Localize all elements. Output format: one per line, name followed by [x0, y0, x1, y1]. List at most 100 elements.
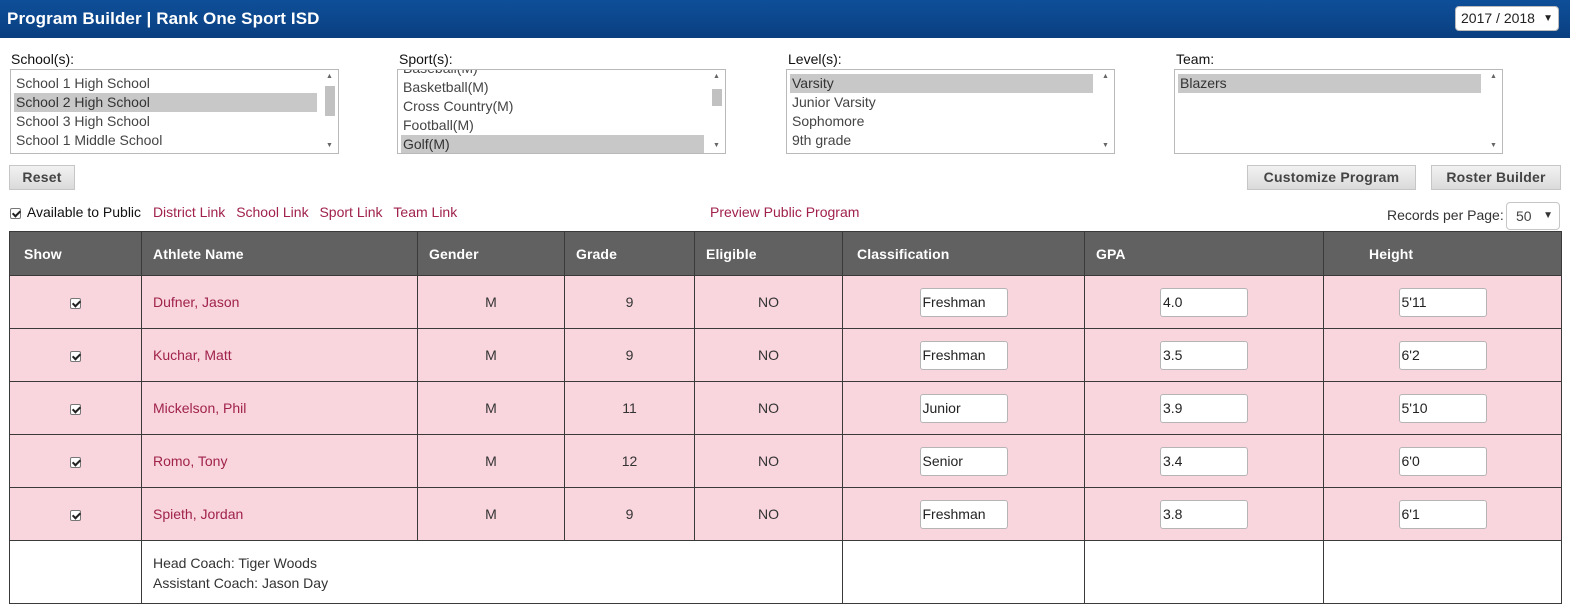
chevron-down-icon: ▼ — [1543, 210, 1553, 221]
height-input[interactable]: 5'10 — [1398, 393, 1487, 423]
athlete-name-link[interactable]: Kuchar, Matt — [153, 347, 232, 363]
gender-cell: M — [417, 381, 565, 435]
school-option[interactable]: School 3 High School — [14, 112, 317, 131]
public-options-row: Available to Public District Link School… — [10, 203, 457, 221]
team-option-selected[interactable]: Blazers — [1178, 74, 1481, 93]
school-option[interactable]: School 1 High School — [14, 74, 317, 93]
school-year-select[interactable]: 2017 / 2018 ▼ — [1455, 6, 1559, 31]
levels-scrollbar[interactable]: ▲ ▼ — [1097, 70, 1114, 153]
scroll-down-icon[interactable]: ▼ — [1097, 139, 1114, 153]
scroll-up-icon[interactable]: ▲ — [1485, 70, 1502, 84]
sports-label: Sport(s): — [399, 51, 453, 67]
col-header-eligible[interactable]: Eligible — [694, 231, 843, 276]
grade-cell: 9 — [564, 487, 695, 541]
scroll-up-icon[interactable]: ▲ — [1097, 70, 1114, 84]
records-per-page-select[interactable]: 50 ▼ — [1506, 202, 1560, 230]
col-header-grade[interactable]: Grade — [564, 231, 695, 276]
col-header-gender[interactable]: Gender — [417, 231, 565, 276]
scroll-down-icon[interactable]: ▼ — [1485, 139, 1502, 153]
show-checkbox[interactable] — [70, 456, 81, 468]
preview-public-program-link[interactable]: Preview Public Program — [710, 203, 859, 221]
reset-button[interactable]: Reset — [9, 165, 75, 190]
level-option-selected[interactable]: Varsity — [790, 74, 1093, 93]
show-checkbox[interactable] — [70, 509, 81, 521]
level-option[interactable]: Sophomore — [790, 112, 1093, 131]
athlete-name-link[interactable]: Romo, Tony — [153, 453, 227, 469]
chevron-down-icon: ▼ — [1543, 13, 1553, 24]
table-row: Dufner, Jason M 9 NO Freshman 4.0 5'11 — [9, 275, 1562, 329]
level-option[interactable]: 9th grade — [790, 131, 1093, 150]
schools-scrollbar[interactable]: ▲ ▼ — [321, 70, 338, 153]
height-input[interactable]: 6'1 — [1398, 499, 1487, 529]
col-header-gpa[interactable]: GPA — [1084, 231, 1324, 276]
team-scrollbar[interactable]: ▲ ▼ — [1485, 70, 1502, 153]
height-input[interactable]: 5'11 — [1398, 287, 1487, 317]
table-row: Mickelson, Phil M 11 NO Junior 3.9 5'10 — [9, 381, 1562, 435]
levels-listbox[interactable]: Varsity Junior Varsity Sophomore 9th gra… — [786, 69, 1115, 154]
district-link[interactable]: District Link — [153, 204, 225, 220]
classification-input[interactable]: Freshman — [919, 499, 1008, 529]
eligible-cell: NO — [694, 434, 843, 488]
scroll-down-icon[interactable]: ▼ — [321, 139, 338, 153]
athlete-name-link[interactable]: Spieth, Jordan — [153, 506, 243, 522]
col-header-show[interactable]: Show — [9, 231, 142, 276]
eligible-cell: NO — [694, 275, 843, 329]
sport-option[interactable]: Cross Country(M) — [401, 97, 704, 116]
sport-link[interactable]: Sport Link — [319, 204, 382, 220]
coach-list: Head Coach: Tiger Woods Assistant Coach:… — [142, 541, 842, 593]
grade-cell: 9 — [564, 275, 695, 329]
scroll-down-icon[interactable]: ▼ — [708, 139, 725, 153]
sports-scrollbar[interactable]: ▲ ▼ — [708, 70, 725, 153]
athlete-name-link[interactable]: Mickelson, Phil — [153, 400, 246, 416]
sports-listbox[interactable]: Baseball(M) Basketball(M) Cross Country(… — [397, 69, 726, 154]
gpa-input[interactable]: 4.0 — [1160, 287, 1248, 317]
classification-input[interactable]: Freshman — [919, 287, 1008, 317]
gpa-input[interactable]: 3.5 — [1160, 340, 1248, 370]
col-header-athlete-name[interactable]: Athlete Name — [141, 231, 418, 276]
height-input[interactable]: 6'2 — [1398, 340, 1487, 370]
gender-cell: M — [417, 434, 565, 488]
classification-input[interactable]: Senior — [919, 446, 1008, 476]
records-per-page-label: Records per Page: — [1387, 207, 1504, 223]
sport-option[interactable]: Baseball(M) — [401, 70, 704, 78]
roster-builder-button[interactable]: Roster Builder — [1431, 165, 1561, 190]
sport-option-selected[interactable]: Golf(M) — [401, 135, 704, 153]
head-coach-text: Head Coach: Tiger Woods — [153, 555, 317, 571]
level-option[interactable]: Junior Varsity — [790, 93, 1093, 112]
school-option[interactable]: School 1 Middle School — [14, 131, 317, 150]
eligible-cell: NO — [694, 487, 843, 541]
scroll-up-icon[interactable]: ▲ — [321, 70, 338, 84]
school-option-selected[interactable]: School 2 High School — [14, 93, 317, 112]
athlete-name-link[interactable]: Dufner, Jason — [153, 294, 239, 310]
gender-cell: M — [417, 275, 565, 329]
team-listbox[interactable]: Blazers ▲ ▼ — [1174, 69, 1503, 154]
schools-listbox[interactable]: School 1 High School School 2 High Schoo… — [10, 69, 339, 154]
team-link[interactable]: Team Link — [393, 204, 457, 220]
classification-input[interactable]: Junior — [919, 393, 1008, 423]
show-checkbox[interactable] — [70, 350, 81, 362]
scroll-up-icon[interactable]: ▲ — [708, 70, 725, 84]
classification-input[interactable]: Freshman — [919, 340, 1008, 370]
customize-program-button[interactable]: Customize Program — [1247, 165, 1416, 190]
col-header-height[interactable]: Height — [1323, 231, 1562, 276]
sport-option[interactable]: Football(M) — [401, 116, 704, 135]
show-checkbox[interactable] — [70, 297, 81, 309]
eligible-cell: NO — [694, 381, 843, 435]
sport-option[interactable]: Basketball(M) — [401, 78, 704, 97]
gpa-input[interactable]: 3.9 — [1160, 393, 1248, 423]
show-checkbox[interactable] — [70, 403, 81, 415]
table-row: Spieth, Jordan M 9 NO Freshman 3.8 6'1 — [9, 487, 1562, 541]
eligible-cell: NO — [694, 328, 843, 382]
grade-cell: 11 — [564, 381, 695, 435]
school-link[interactable]: School Link — [236, 204, 308, 220]
scrollbar-thumb[interactable] — [712, 89, 722, 106]
col-header-classification[interactable]: Classification — [842, 231, 1085, 276]
assistant-coach-text: Assistant Coach: Jason Day — [153, 575, 329, 591]
gpa-input[interactable]: 3.8 — [1160, 499, 1248, 529]
scrollbar-thumb[interactable] — [325, 86, 335, 116]
available-to-public-label: Available to Public — [26, 204, 142, 220]
gpa-input[interactable]: 3.4 — [1160, 446, 1248, 476]
available-to-public-checkbox[interactable] — [10, 207, 21, 219]
levels-filter: Level(s): Varsity Junior Varsity Sophomo… — [786, 51, 1115, 154]
height-input[interactable]: 6'0 — [1398, 446, 1487, 476]
